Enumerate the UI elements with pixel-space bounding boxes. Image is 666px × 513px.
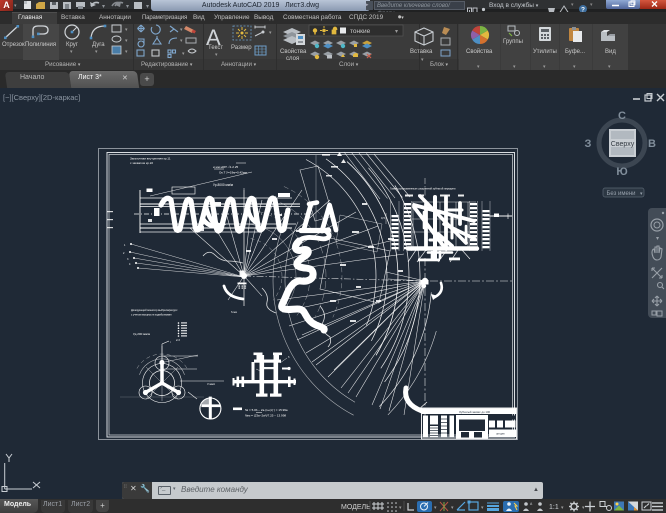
svg-text:1:1: 1:1 bbox=[549, 504, 559, 511]
svg-text:№ = 5.0b − 2а·(λ+(λ)´) = 15.99: № = 5.0b − 2а·(λ+(λ)´) = 15.99а bbox=[245, 408, 288, 412]
svg-text:№м = (23а−2а²)/7.25 − 13.998: №м = (23а−2а²)/7.25 − 13.998 bbox=[245, 414, 286, 418]
svg-text:В: В bbox=[648, 138, 656, 150]
svg-text:Ю: Ю bbox=[616, 166, 627, 178]
svg-text:S мм: S мм bbox=[231, 311, 237, 314]
svg-text:С: С bbox=[618, 110, 626, 122]
svg-text:V мм/с: V мм/с bbox=[207, 382, 216, 386]
svg-text:слоя: слоя bbox=[286, 56, 299, 62]
svg-text:▾: ▾ bbox=[146, 4, 149, 10]
svg-text:▾: ▾ bbox=[481, 505, 484, 511]
svg-text:▾: ▾ bbox=[70, 49, 73, 55]
svg-text:Свойства: Свойства bbox=[466, 48, 493, 55]
svg-text:▾: ▾ bbox=[582, 505, 585, 511]
svg-text:Гамма установленные соединений: Гамма установленные соединений зубчатой … bbox=[390, 187, 456, 191]
svg-text:▾: ▾ bbox=[561, 505, 564, 511]
svg-text:▾: ▾ bbox=[126, 4, 129, 10]
svg-text:Дуга: Дуга bbox=[92, 42, 105, 48]
svg-text:▾: ▾ bbox=[421, 57, 424, 63]
svg-text:Вставка: Вставка bbox=[410, 49, 433, 55]
svg-text:▾: ▾ bbox=[434, 505, 437, 511]
svg-text:Ок.Т У=19м=0.42мм: Ок.Т У=19м=0.42мм bbox=[219, 171, 247, 175]
svg-text:▾: ▾ bbox=[125, 49, 128, 55]
svg-text:▾: ▾ bbox=[656, 236, 659, 242]
svg-text:▾: ▾ bbox=[95, 49, 98, 55]
svg-text:с захватом кр.22: с захватом кр.22 bbox=[130, 161, 153, 165]
svg-text:Полилиния: Полилиния bbox=[25, 42, 56, 48]
svg-text:▾: ▾ bbox=[180, 38, 183, 44]
svg-text:Закаточная внутренняя кр.11: Закаточная внутренняя кр.11 bbox=[130, 157, 171, 161]
svg-text:Без имени: Без имени bbox=[606, 191, 635, 197]
svg-text:Ур.8000 мм/м: Ур.8000 мм/м bbox=[213, 183, 233, 187]
svg-text:Утилиты: Утилиты bbox=[533, 49, 557, 55]
svg-text:▾: ▾ bbox=[399, 505, 402, 511]
svg-text:0,5: 0,5 bbox=[381, 216, 385, 220]
svg-text:Вид: Вид bbox=[605, 49, 616, 55]
svg-text:▾: ▾ bbox=[125, 38, 128, 44]
svg-text:⌀ мм м0Р¹ √1.2.25: ⌀ мм м0Р¹ √1.2.25 bbox=[213, 165, 238, 169]
svg-text:З: З bbox=[585, 138, 592, 150]
svg-text:Отрезок: Отрезок bbox=[2, 42, 25, 48]
svg-text:▾: ▾ bbox=[451, 505, 454, 511]
svg-text:Размер: Размер bbox=[231, 45, 252, 51]
svg-text:▾: ▾ bbox=[180, 27, 183, 33]
svg-text:Зубчатый захват до 100: Зубчатый захват до 100 bbox=[459, 410, 491, 414]
svg-text:Уд.200 мм/м: Уд.200 мм/м bbox=[133, 332, 150, 336]
svg-text:Группы: Группы bbox=[503, 39, 523, 45]
svg-text:ᴬ: ᴬ bbox=[529, 502, 533, 508]
svg-text:Текст: Текст bbox=[208, 45, 223, 51]
svg-text:МОДЕЛЬ: МОДЕЛЬ bbox=[341, 504, 371, 511]
svg-text:▾: ▾ bbox=[395, 29, 398, 35]
svg-text:штурм: штурм bbox=[496, 432, 504, 436]
svg-text:Свойства: Свойства bbox=[280, 48, 307, 55]
svg-text:тонкие: тонкие bbox=[350, 28, 371, 35]
svg-text:к=3: к=3 bbox=[176, 339, 180, 342]
svg-text:▾: ▾ bbox=[102, 4, 105, 10]
svg-text:г: г bbox=[170, 341, 171, 344]
svg-text:с учетом мощности задействован: с учетом мощности задействован bbox=[131, 313, 172, 317]
svg-text:Круг: Круг bbox=[66, 42, 79, 48]
svg-text:Дозирующий монитор выброса/рес: Дозирующий монитор выброса/ресурс bbox=[131, 308, 178, 312]
svg-text:▾: ▾ bbox=[125, 27, 128, 33]
svg-text:▾: ▾ bbox=[215, 52, 218, 58]
svg-text:Сверху: Сверху bbox=[611, 141, 635, 148]
svg-text:▾: ▾ bbox=[182, 51, 185, 57]
svg-text:Буфе...: Буфе... bbox=[565, 49, 585, 55]
svg-text:▾: ▾ bbox=[269, 30, 272, 36]
